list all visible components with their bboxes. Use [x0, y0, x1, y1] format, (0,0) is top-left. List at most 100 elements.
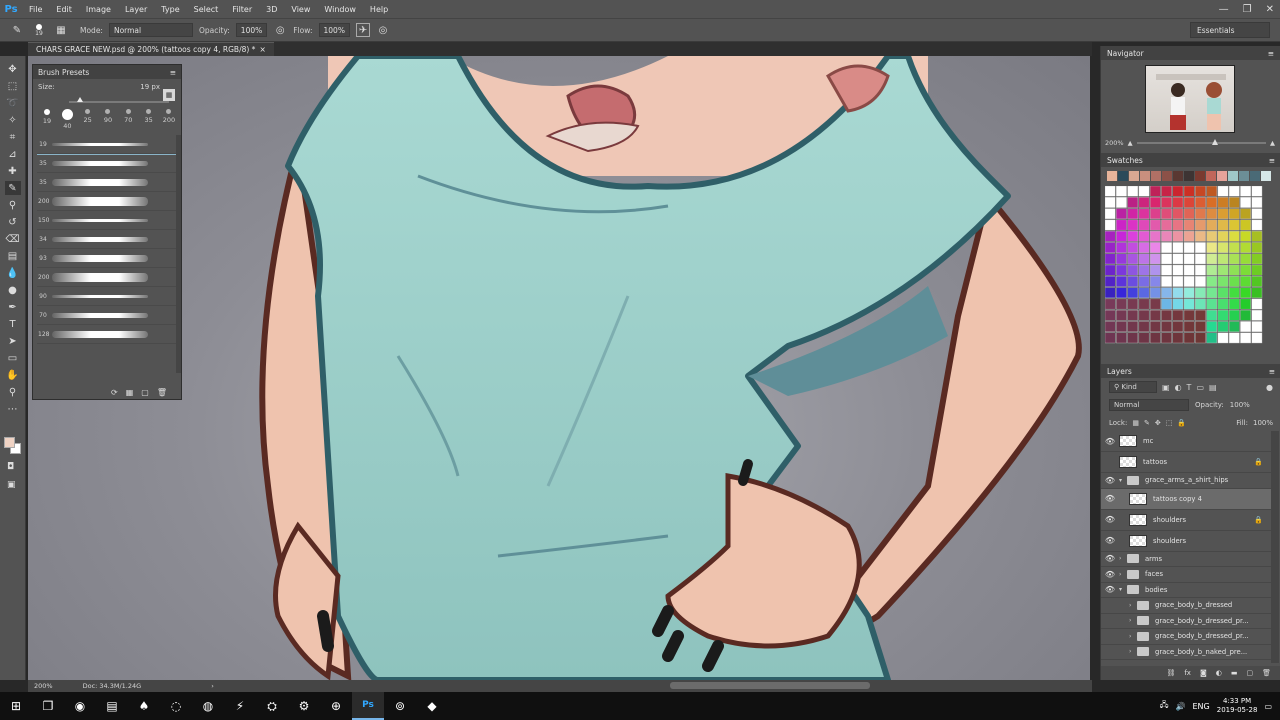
new-layer-icon[interactable]: ▢ — [1246, 669, 1253, 677]
swatch-cell[interactable] — [1149, 332, 1161, 344]
layer-name[interactable]: tattoos — [1143, 458, 1167, 466]
action-center-icon[interactable]: ▭ — [1264, 702, 1272, 711]
steam-icon[interactable]: ⚙ — [288, 692, 320, 720]
swatch-cell[interactable] — [1149, 230, 1161, 242]
recent-swatch[interactable] — [1206, 171, 1216, 181]
swatch-cell[interactable] — [1206, 276, 1218, 287]
swatch-cell[interactable] — [1138, 264, 1150, 276]
marquee-tool-icon[interactable]: ⬚ — [5, 79, 21, 93]
swatch-cell[interactable] — [1217, 208, 1229, 220]
path-selection-tool-icon[interactable]: ➤ — [5, 334, 21, 348]
swatch-cell[interactable] — [1105, 186, 1116, 197]
swatch-cell[interactable] — [1195, 230, 1206, 242]
swatch-cell[interactable] — [1195, 276, 1206, 287]
swatch-cell[interactable] — [1105, 332, 1116, 344]
menu-filter[interactable]: Filter — [225, 5, 259, 14]
menu-type[interactable]: Type — [154, 5, 186, 14]
layer-row[interactable]: 👁 mc — [1101, 431, 1271, 452]
eyedropper-tool-icon[interactable]: ⊿ — [5, 147, 21, 161]
swatch-cell[interactable] — [1217, 197, 1229, 208]
swatch-cell[interactable] — [1127, 287, 1139, 299]
recent-swatch[interactable] — [1217, 171, 1227, 181]
swatch-cell[interactable] — [1240, 197, 1251, 208]
app-14-icon[interactable]: ◆ — [416, 692, 448, 720]
swatch-cell[interactable] — [1161, 276, 1172, 287]
swatch-cell[interactable] — [1240, 298, 1251, 310]
swatch-cell[interactable] — [1161, 208, 1172, 220]
swatch-cell[interactable] — [1217, 298, 1229, 310]
recent-swatch[interactable] — [1107, 171, 1117, 181]
swatch-cell[interactable] — [1251, 264, 1263, 276]
brush-preset-item[interactable]: 150 — [37, 211, 177, 230]
swatch-cell[interactable] — [1206, 208, 1218, 220]
swatch-cell[interactable] — [1172, 197, 1184, 208]
swatch-cell[interactable] — [1251, 321, 1263, 332]
canvas-horizontal-scrollbar[interactable] — [670, 682, 870, 689]
layer-row[interactable]: tattoos 🔒 — [1101, 452, 1271, 473]
swatch-cell[interactable] — [1149, 208, 1161, 220]
more-tools-icon[interactable]: ⋯ — [5, 402, 21, 416]
delete-brush-icon[interactable]: 🗑 — [157, 388, 167, 397]
swatch-cell[interactable] — [1240, 332, 1251, 344]
filter-smart-object-icon[interactable]: ▤ — [1209, 383, 1217, 392]
app-8-icon[interactable]: ⚡ — [224, 692, 256, 720]
recent-swatch[interactable] — [1261, 171, 1271, 181]
swatch-cell[interactable] — [1105, 219, 1116, 231]
swatch-cell[interactable] — [1105, 298, 1116, 310]
swatch-cell[interactable] — [1183, 242, 1195, 253]
explorer-icon[interactable]: ▤ — [96, 692, 128, 720]
chevron-right-icon[interactable]: › — [1129, 633, 1137, 640]
swatch-cell[interactable] — [1161, 332, 1172, 344]
healing-brush-tool-icon[interactable]: ✚ — [5, 164, 21, 178]
swatch-cell[interactable] — [1149, 276, 1161, 287]
swatch-cell[interactable] — [1217, 253, 1229, 265]
layer-row[interactable]: 👁 tattoos copy 4 — [1101, 488, 1271, 510]
swatch-cell[interactable] — [1240, 186, 1251, 197]
layer-name[interactable]: faces — [1145, 570, 1163, 578]
layer-opacity-field[interactable]: 100% — [1230, 401, 1250, 409]
pressure-opacity-icon[interactable]: ◎ — [273, 23, 287, 37]
swatch-cell[interactable] — [1161, 197, 1172, 208]
add-mask-icon[interactable]: ◙ — [1200, 669, 1207, 677]
swatch-cell[interactable] — [1127, 230, 1139, 242]
zoom-in-icon[interactable]: ▲ — [1270, 139, 1275, 147]
swatch-cell[interactable] — [1172, 253, 1184, 265]
swatch-cell[interactable] — [1138, 197, 1150, 208]
layer-row[interactable]: 👁 shoulders — [1101, 531, 1271, 552]
brush-list-scrollbar[interactable] — [176, 135, 181, 373]
swatch-cell[interactable] — [1251, 208, 1263, 220]
panel-menu-icon[interactable]: ≡ — [1269, 367, 1275, 376]
lock-all-icon[interactable]: 🔒 — [1177, 419, 1186, 427]
swatch-cell[interactable] — [1149, 197, 1161, 208]
layer-name[interactable]: tattoos copy 4 — [1153, 495, 1202, 503]
swatch-cell[interactable] — [1183, 253, 1195, 265]
zoom-tool-icon[interactable]: ⚲ — [5, 385, 21, 399]
document-tab-close-icon[interactable]: × — [259, 45, 265, 54]
move-tool-icon[interactable]: ✥ — [5, 62, 21, 76]
swatch-cell[interactable] — [1240, 264, 1251, 276]
swatch-cell[interactable] — [1183, 219, 1195, 231]
swatch-cell[interactable] — [1149, 321, 1161, 332]
swatch-cell[interactable] — [1116, 186, 1127, 197]
swatch-cell[interactable] — [1228, 242, 1240, 253]
tray-language[interactable]: ENG — [1193, 702, 1210, 711]
swatch-cell[interactable] — [1172, 186, 1184, 197]
swatch-cell[interactable] — [1251, 276, 1263, 287]
swatch-cell[interactable] — [1138, 253, 1150, 265]
swatch-cell[interactable] — [1138, 298, 1150, 310]
brush-preset-item[interactable]: 35 — [37, 154, 177, 173]
brush-tip[interactable]: 35 — [141, 109, 157, 130]
chevron-right-icon[interactable]: › — [1129, 617, 1137, 624]
app-6-icon[interactable]: ◌ — [160, 692, 192, 720]
mode-select[interactable]: Normal — [108, 23, 193, 37]
layer-row[interactable]: 👁 shoulders 🔒 — [1101, 510, 1271, 531]
brush-tip[interactable]: 70 — [120, 109, 136, 130]
swatch-cell[interactable] — [1240, 242, 1251, 253]
swatch-cell[interactable] — [1251, 298, 1263, 310]
maps-icon[interactable]: ◍ — [192, 692, 224, 720]
swatch-cell[interactable] — [1161, 298, 1172, 310]
swatch-cell[interactable] — [1127, 197, 1139, 208]
swatch-cell[interactable] — [1183, 321, 1195, 332]
brush-tip[interactable]: 200 — [161, 109, 177, 130]
swatch-cell[interactable] — [1206, 197, 1218, 208]
